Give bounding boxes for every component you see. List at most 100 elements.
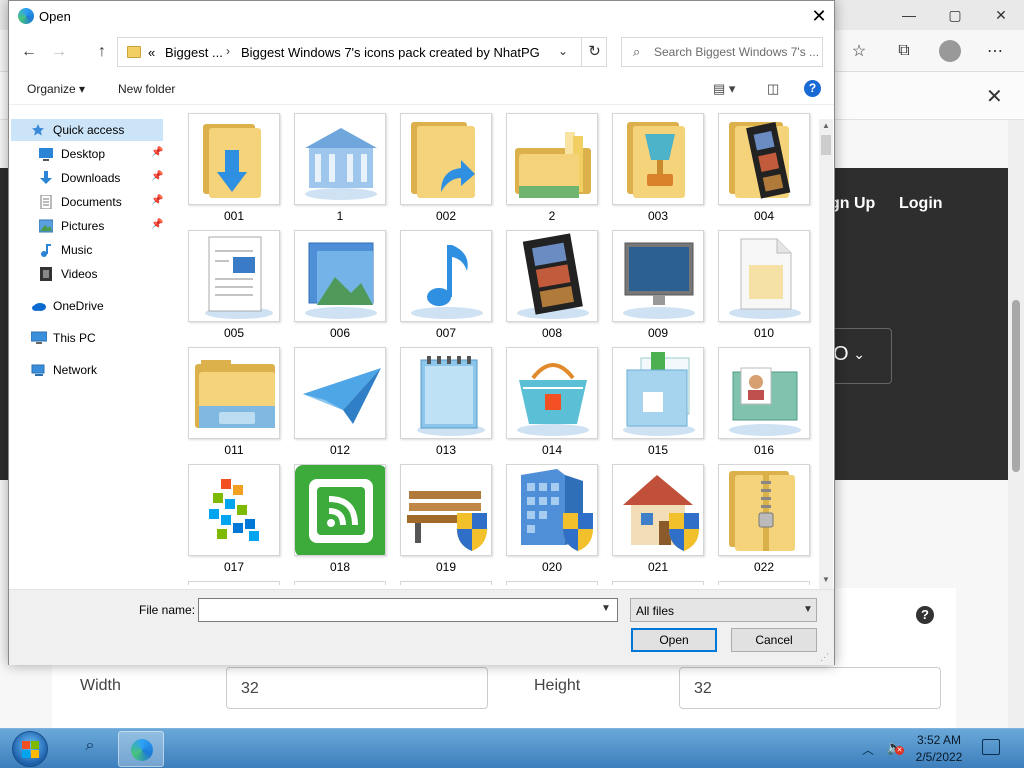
file-item[interactable]: 017 <box>188 460 280 574</box>
search-icon[interactable]: ⌕ <box>78 737 102 761</box>
music-icon <box>39 243 53 257</box>
file-type-select[interactable]: All files ▼ <box>630 598 817 622</box>
file-item-partial[interactable] <box>400 581 492 585</box>
chevron-down-icon[interactable]: ▼ <box>601 603 611 614</box>
file-item-partial[interactable] <box>188 581 280 585</box>
signup-link[interactable]: gn Up <box>830 195 875 213</box>
file-item-partial[interactable] <box>718 581 810 585</box>
pin-icon[interactable]: 📌 <box>151 171 163 182</box>
file-item[interactable]: 005 <box>188 226 280 340</box>
file-name-input[interactable] <box>202 602 592 618</box>
more-icon[interactable]: ⋯ <box>982 38 1008 64</box>
open-button[interactable]: Open <box>631 628 717 652</box>
file-item[interactable]: 015 <box>612 343 704 457</box>
file-item[interactable]: 014 <box>506 343 598 457</box>
tray-overflow-icon[interactable]: ︿ <box>862 741 874 758</box>
sidebar-item-network[interactable]: Network <box>9 359 171 381</box>
sidebar-item-quick-access[interactable]: Quick access <box>11 119 163 141</box>
maximize-button[interactable]: ▢ <box>932 4 978 26</box>
file-name-combo[interactable]: ▼ <box>198 598 618 622</box>
file-item-label: 019 <box>435 560 457 574</box>
file-item[interactable]: 012 <box>294 343 386 457</box>
infobar-close-icon[interactable]: ✕ <box>986 84 1003 109</box>
login-link[interactable]: Login <box>899 195 943 213</box>
sidebar-item-pictures[interactable]: Pictures 📌 <box>9 215 171 237</box>
help-icon[interactable]: ? <box>804 80 821 97</box>
house-shield-icon <box>612 464 704 556</box>
file-item[interactable]: 010 <box>718 226 810 340</box>
breadcrumb-current[interactable]: Biggest Windows 7's icons pack created b… <box>241 45 540 60</box>
clock[interactable]: 3:52 AM 2/5/2022 <box>912 732 966 766</box>
height-input[interactable]: 32 <box>679 667 941 709</box>
width-input[interactable]: 32 <box>226 667 488 709</box>
breadcrumb-overflow[interactable]: « <box>148 45 155 60</box>
collections-icon[interactable]: ⧉ <box>891 38 917 64</box>
refresh-button[interactable]: ↻ <box>581 38 607 66</box>
page-scrollbar-thumb[interactable] <box>1012 300 1020 472</box>
address-dropdown-icon[interactable]: ⌄ <box>558 44 568 58</box>
pin-icon[interactable]: 📌 <box>151 195 163 206</box>
file-item-partial[interactable] <box>612 581 704 585</box>
back-button[interactable]: ← <box>17 40 41 64</box>
breadcrumb-separator-icon[interactable]: › <box>226 44 230 58</box>
favorites-icon[interactable]: ☆ <box>846 38 872 64</box>
sidebar-item-documents[interactable]: Documents 📌 <box>9 191 171 213</box>
sidebar-item-downloads[interactable]: Downloads 📌 <box>9 167 171 189</box>
file-item[interactable]: 016 <box>718 343 810 457</box>
new-folder-button[interactable]: New folder <box>118 82 175 96</box>
file-item[interactable]: 2 <box>506 109 598 223</box>
start-button[interactable] <box>12 731 48 767</box>
file-item[interactable]: 004 <box>718 109 810 223</box>
file-item[interactable]: 009 <box>612 226 704 340</box>
file-list-scrollbar[interactable]: ▲ ▼ <box>819 119 833 589</box>
address-bar[interactable]: « Biggest ... › Biggest Windows 7's icon… <box>117 37 607 67</box>
help-icon[interactable]: ? <box>916 606 934 624</box>
file-item[interactable]: 021 <box>612 460 704 574</box>
file-item[interactable]: 019 <box>400 460 492 574</box>
sidebar-item-this-pc[interactable]: This PC <box>9 327 171 349</box>
file-item[interactable]: 011 <box>188 343 280 457</box>
resize-grip-icon[interactable]: ⋰ <box>820 652 829 663</box>
sidebar-item-music[interactable]: Music <box>9 239 171 261</box>
file-item[interactable]: 008 <box>506 226 598 340</box>
taskbar-edge-button[interactable] <box>118 731 164 767</box>
page-scrollbar[interactable] <box>1008 120 1024 728</box>
file-item[interactable]: 020 <box>506 460 598 574</box>
file-item-partial[interactable] <box>294 581 386 585</box>
pin-icon[interactable]: 📌 <box>151 219 163 230</box>
change-view-icon[interactable]: ▤ ▾ <box>713 81 735 97</box>
up-button[interactable]: ↑ <box>90 40 114 64</box>
scroll-up-icon[interactable]: ▲ <box>819 119 833 133</box>
browser-close-button[interactable]: ✕ <box>978 4 1024 26</box>
open-dialog: Open ✕ ← → ↑ « Biggest ... › Biggest Win… <box>8 0 835 665</box>
file-item[interactable]: 007 <box>400 226 492 340</box>
file-item[interactable]: 1 <box>294 109 386 223</box>
network-icon <box>31 363 45 377</box>
sidebar-item-desktop[interactable]: Desktop 📌 <box>9 143 171 165</box>
file-item[interactable]: 018 <box>294 460 386 574</box>
file-item[interactable]: 006 <box>294 226 386 340</box>
pin-icon[interactable]: 📌 <box>151 147 163 158</box>
dialog-close-button[interactable]: ✕ <box>805 5 833 27</box>
scroll-down-icon[interactable]: ▼ <box>819 573 833 587</box>
sidebar-item-onedrive[interactable]: OneDrive <box>9 295 171 317</box>
notification-icon[interactable] <box>982 739 1000 755</box>
scrollbar-thumb[interactable] <box>821 135 831 155</box>
file-item[interactable]: 013 <box>400 343 492 457</box>
file-item[interactable]: 022 <box>718 460 810 574</box>
search-box[interactable]: ⌕ <box>621 37 823 67</box>
organize-button[interactable]: Organize ▾ <box>27 82 85 96</box>
file-item[interactable]: 002 <box>400 109 492 223</box>
search-input[interactable] <box>654 43 820 61</box>
cancel-button[interactable]: Cancel <box>731 628 817 652</box>
forward-button[interactable]: → <box>47 40 71 64</box>
profile-icon[interactable] <box>939 40 961 62</box>
file-item-partial[interactable] <box>506 581 598 585</box>
preview-pane-icon[interactable]: ◫ <box>767 81 779 97</box>
sidebar-item-videos[interactable]: Videos <box>9 263 171 285</box>
minimize-button[interactable]: — <box>886 4 932 26</box>
volume-muted-icon[interactable]: 🔈 ✕ <box>886 739 904 756</box>
file-item[interactable]: 003 <box>612 109 704 223</box>
file-item[interactable]: 001 <box>188 109 280 223</box>
breadcrumb-item[interactable]: Biggest ... <box>165 45 223 60</box>
